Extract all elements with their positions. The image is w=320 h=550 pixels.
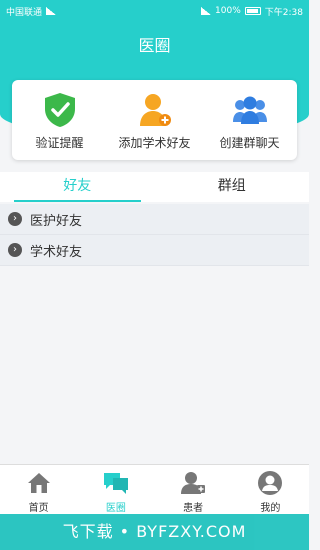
action-card: 验证提醒 添加学术好友 创建群聊天 — [12, 80, 297, 160]
nav-profile[interactable]: 我的 — [232, 465, 309, 515]
create-group-chat-label: 创建群聊天 — [219, 136, 280, 150]
nav-profile-label: 我的 — [260, 503, 281, 514]
home-icon — [25, 469, 53, 497]
nav-patients-label: 患者 — [183, 503, 204, 514]
tab-friends[interactable]: 好友 — [0, 172, 155, 202]
page-title: 医圈 — [138, 36, 171, 55]
add-academic-friend-label: 添加学术好友 — [118, 136, 191, 150]
carrier-label: 中国联通 — [6, 7, 43, 18]
profile-icon — [256, 469, 284, 497]
add-academic-friend-button[interactable]: 添加学术好友 — [107, 80, 202, 151]
create-group-chat-button[interactable]: 创建群聊天 — [202, 80, 297, 151]
clock-label: 下午2:38 — [264, 7, 303, 18]
signal-icon — [46, 7, 57, 15]
watermark-bar: 飞下载 • BYFZXY.COM — [0, 514, 309, 550]
nav-circle[interactable]: 医圈 — [77, 465, 154, 515]
status-bar: 中国联通 100% 下午2:38 — [0, 0, 309, 22]
shield-check-icon — [42, 92, 78, 128]
nav-home-label: 首页 — [28, 503, 49, 514]
patient-icon — [179, 469, 207, 497]
list-item-medical-friends[interactable]: › 医护好友 — [0, 204, 309, 235]
nav-patients[interactable]: 患者 — [155, 465, 232, 515]
chat-icon — [102, 469, 130, 497]
verification-reminder-label: 验证提醒 — [35, 136, 84, 150]
tab-bar: 好友 群组 — [0, 172, 309, 202]
bottom-nav: 首页 医圈 患者 我的 — [0, 464, 309, 515]
wifi-signal-icon — [201, 7, 212, 15]
list-item-academic-friends[interactable]: › 学术好友 — [0, 235, 309, 266]
nav-home[interactable]: 首页 — [0, 465, 77, 515]
empty-content-area — [0, 266, 309, 464]
add-user-icon — [137, 92, 173, 128]
group-icon — [232, 92, 268, 128]
list-item-label: 医护好友 — [30, 213, 83, 229]
chevron-right-icon: › — [8, 212, 22, 226]
battery-label: 100% — [215, 6, 241, 16]
nav-circle-label: 医圈 — [105, 503, 126, 514]
verification-reminder-button[interactable]: 验证提醒 — [12, 80, 107, 151]
friend-category-list: › 医护好友 › 学术好友 — [0, 204, 309, 266]
chevron-right-icon: › — [8, 243, 22, 257]
tab-groups[interactable]: 群组 — [155, 172, 310, 202]
battery-icon — [244, 7, 261, 15]
list-item-label: 学术好友 — [30, 244, 83, 260]
